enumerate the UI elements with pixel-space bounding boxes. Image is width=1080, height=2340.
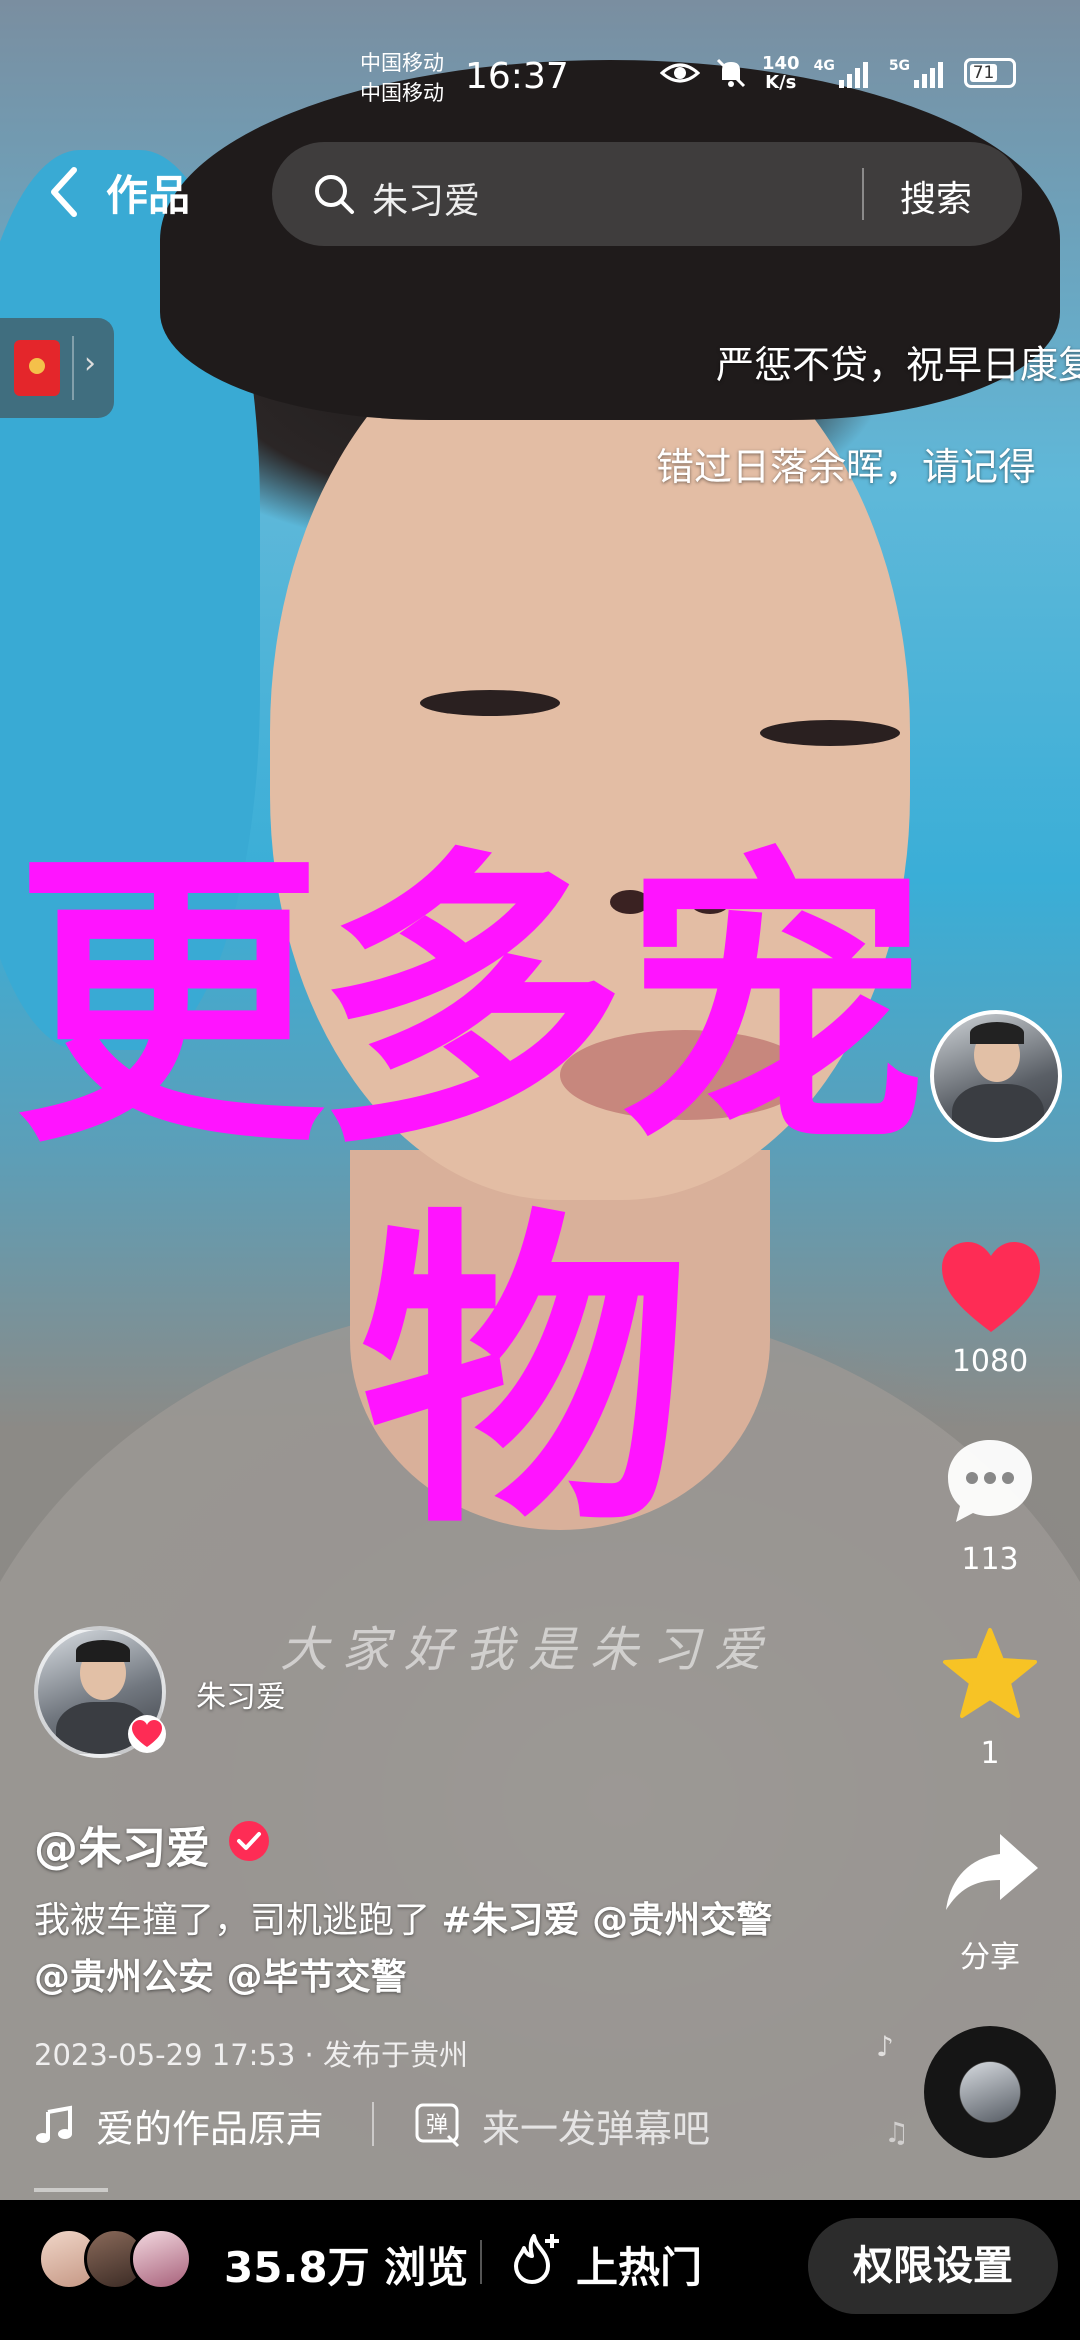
- flame-icon: [514, 2234, 559, 2284]
- music-track[interactable]: 爱的作品原声: [34, 2095, 346, 2155]
- bottom-bar: 35.8万 浏览 上热门 权限设置: [0, 2200, 1080, 2340]
- search-divider: [862, 168, 864, 220]
- chevron-right-icon: ›: [84, 346, 96, 381]
- danmaku-message: 错过日落余晖，请记得: [656, 445, 1037, 489]
- avatar-hair: [970, 1022, 1024, 1044]
- music-disc[interactable]: [924, 2026, 1056, 2158]
- like-heart-icon[interactable]: [938, 1240, 1044, 1336]
- red-packet-divider: [72, 336, 74, 400]
- video-eye-left: [420, 690, 560, 716]
- status-icons: 140 K/s 4G 5G 71: [660, 54, 1017, 92]
- signal-2-label: 5G: [888, 58, 911, 74]
- net-speed-value: 140: [762, 53, 800, 74]
- music-note-icon: ♫: [884, 2116, 910, 2149]
- video-progress-bar[interactable]: [34, 2188, 108, 2192]
- danmaku-input[interactable]: 弹 来一发弹幕吧: [414, 2095, 710, 2155]
- video-caption: 我被车撞了，司机逃跑了 #朱习爱 @贵州交警 @贵州公安 @毕节交警: [34, 1892, 794, 2006]
- caption-hashtag[interactable]: #朱习爱: [441, 1900, 579, 1941]
- music-title: 爱的作品原声: [96, 2106, 325, 2151]
- music-danmaku-divider: [372, 2102, 374, 2146]
- back-arrow-icon[interactable]: [42, 162, 112, 222]
- boost-button[interactable]: 上热门: [576, 2234, 702, 2295]
- search-button[interactable]: 搜索: [900, 170, 972, 222]
- meta-separator: ·: [304, 2038, 323, 2072]
- overlay-text-line1: 更多宠: [14, 824, 928, 1185]
- red-packet-widget[interactable]: ›: [0, 318, 114, 418]
- follow-heart-icon[interactable]: [126, 1714, 168, 1754]
- verified-badge-icon: [229, 1821, 269, 1861]
- carrier-2: 中国移动: [360, 81, 444, 105]
- post-datetime: 2023-05-29 17:53: [34, 2038, 296, 2072]
- music-note-icon: [36, 2105, 72, 2143]
- share-label: 分享: [960, 1940, 1020, 1975]
- search-bar[interactable]: 朱习爱 搜索: [272, 142, 1022, 246]
- creator-avatar[interactable]: [930, 1010, 1062, 1142]
- caption-text: 我被车撞了，司机逃跑了: [34, 1900, 442, 1941]
- avatar-body: [952, 1084, 1044, 1138]
- video-watermark: 大家好我是朱习爱: [280, 1622, 777, 1678]
- net-speed: 140 K/s: [762, 54, 800, 92]
- battery-icon: 71: [964, 58, 1017, 88]
- mute-bell-icon: [716, 58, 746, 88]
- share-arrow-icon[interactable]: [942, 1830, 1042, 1914]
- danmaku-placeholder: 来一发弹幕吧: [482, 2106, 711, 2151]
- signal-bars-icon: [838, 62, 868, 88]
- viewer-avatars[interactable]: [38, 2228, 198, 2292]
- danmaku-message: 严惩不贷，祝早日康复: [716, 343, 1080, 387]
- net-speed-unit: K/s: [765, 72, 797, 93]
- like-count: 1080: [951, 1344, 1029, 1379]
- carrier-info: 中国移动 中国移动: [360, 48, 444, 108]
- music-disc-cover: [960, 2062, 1020, 2122]
- avatar-hair: [76, 1640, 130, 1662]
- viewer-avatar: [130, 2228, 192, 2290]
- view-count[interactable]: 35.8万 浏览: [224, 2234, 468, 2295]
- music-note-icon: ♪: [876, 2030, 894, 2063]
- post-location: 发布于贵州: [322, 2038, 468, 2072]
- signal-2: 5G: [889, 58, 950, 88]
- danmaku-icon: 弹: [415, 2103, 460, 2148]
- signal-1: 4G: [814, 58, 875, 88]
- battery-level: 71: [970, 64, 998, 82]
- favorite-star-icon[interactable]: [940, 1626, 1040, 1722]
- status-bar: 中国移动 中国移动 16:37 140 K/s 4G 5G 71: [0, 40, 1080, 120]
- favorite-count: 1: [980, 1736, 1000, 1771]
- bottom-divider: [480, 2240, 482, 2284]
- clock: 16:37: [465, 56, 569, 97]
- author-handle[interactable]: @朱习爱: [34, 1812, 210, 1876]
- eye-icon: [660, 63, 700, 83]
- search-icon: [315, 175, 354, 214]
- svg-text:弹: 弹: [426, 2113, 448, 2138]
- permission-settings-button[interactable]: 权限设置: [808, 2218, 1058, 2314]
- comment-icon[interactable]: [942, 1434, 1038, 1530]
- post-meta: 2023-05-29 17:53 · 发布于贵州: [34, 2032, 468, 2074]
- signal-1-label: 4G: [813, 58, 835, 74]
- top-bar: 作品 朱习爱 搜索: [0, 140, 1080, 250]
- overlay-text-line2: 物: [360, 1183, 690, 1567]
- signal-bars-icon: [914, 62, 944, 88]
- author-name[interactable]: 朱习爱: [196, 1672, 286, 1716]
- back-label[interactable]: 作品: [106, 162, 190, 223]
- video-eye-right: [760, 720, 900, 746]
- search-input[interactable]: 朱习爱: [372, 172, 480, 224]
- carrier-1: 中国移动: [360, 51, 444, 75]
- comment-count: 113: [961, 1542, 1019, 1577]
- red-envelope-icon: [14, 340, 60, 396]
